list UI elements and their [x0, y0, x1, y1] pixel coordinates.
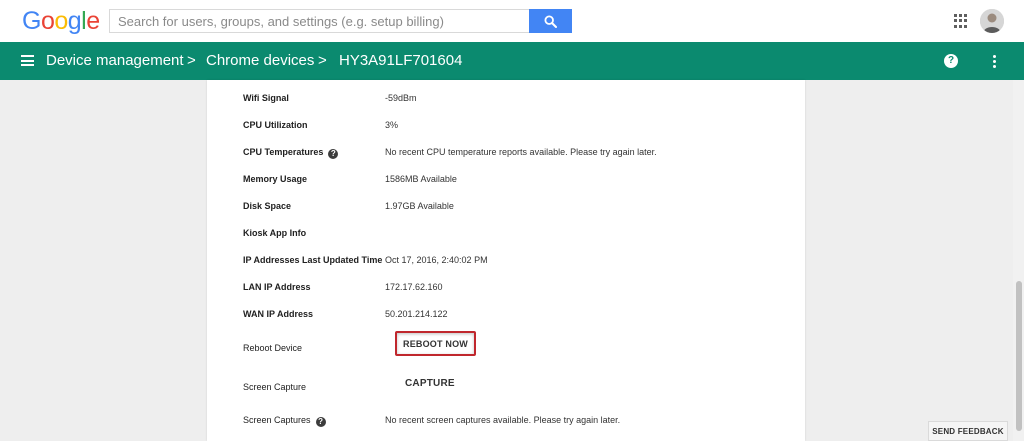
- avatar-image: [980, 9, 1004, 33]
- detail-label: CPU Temperatures?: [243, 145, 339, 159]
- detail-row: Wifi Signal -59dBm: [207, 88, 805, 108]
- detail-label: Wifi Signal: [243, 93, 289, 103]
- screen-capture-row: Screen Capture: [207, 377, 805, 397]
- detail-label: Memory Usage: [243, 174, 308, 184]
- google-logo[interactable]: Google: [22, 6, 100, 36]
- detail-value: 172.17.62.160: [385, 282, 443, 292]
- detail-label-text: CPU Temperatures: [243, 147, 324, 157]
- detail-value: -59dBm: [385, 93, 417, 103]
- screen-capture-label: Screen Capture: [243, 382, 307, 392]
- user-avatar[interactable]: [980, 9, 1004, 33]
- chevron-right-icon: >: [187, 52, 196, 69]
- logo-letter: o: [54, 7, 68, 35]
- detail-label: CPU Utilization: [243, 120, 308, 130]
- logo-letter: G: [22, 7, 41, 35]
- logo-letter: g: [67, 7, 82, 35]
- detail-label: Disk Space: [243, 201, 292, 211]
- detail-label: WAN IP Address: [243, 309, 314, 319]
- detail-row: LAN IP Address 172.17.62.160: [207, 277, 805, 297]
- screen-captures-row: Screen Captures? No recent screen captur…: [207, 410, 805, 430]
- detail-value: Oct 17, 2016, 2:40:02 PM: [385, 255, 488, 265]
- help-icon[interactable]: ?: [944, 54, 958, 68]
- search-bar: [109, 9, 572, 33]
- screen-captures-label-text: Screen Captures: [243, 415, 311, 425]
- help-circle-icon[interactable]: ?: [328, 149, 339, 159]
- screen-captures-label: Screen Captures?: [243, 413, 326, 427]
- detail-value: 1586MB Available: [385, 174, 457, 184]
- search-button[interactable]: [529, 9, 572, 33]
- reboot-label: Reboot Device: [243, 343, 303, 353]
- detail-value: 50.201.214.122: [385, 309, 448, 319]
- search-icon: [544, 14, 557, 28]
- detail-value: No recent CPU temperature reports availa…: [385, 147, 657, 157]
- more-options-icon[interactable]: [993, 55, 996, 68]
- logo-letter: e: [86, 7, 100, 35]
- detail-row: WAN IP Address 50.201.214.122: [207, 304, 805, 324]
- breadcrumb-device-management[interactable]: Device management: [46, 52, 184, 70]
- reboot-now-button[interactable]: REBOOT NOW: [395, 331, 476, 356]
- detail-row: CPU Temperatures? No recent CPU temperat…: [207, 142, 805, 162]
- detail-row: Kiosk App Info: [207, 223, 805, 243]
- detail-row: CPU Utilization 3%: [207, 115, 805, 135]
- scrollbar-thumb[interactable]: [1016, 281, 1022, 431]
- detail-label: IP Addresses Last Updated Time: [243, 255, 383, 265]
- capture-button[interactable]: CAPTURE: [405, 378, 455, 389]
- detail-row: IP Addresses Last Updated Time Oct 17, 2…: [207, 250, 805, 270]
- send-feedback-button[interactable]: SEND FEEDBACK: [928, 421, 1008, 441]
- reboot-row: Reboot Device: [207, 338, 805, 358]
- menu-icon[interactable]: [21, 55, 34, 66]
- top-bar: Google: [0, 0, 1024, 42]
- detail-value: 1.97GB Available: [385, 201, 454, 211]
- breadcrumb-device-id: HY3A91LF701604: [339, 52, 463, 69]
- detail-row: Disk Space 1.97GB Available: [207, 196, 805, 216]
- screen-captures-value: No recent screen captures available. Ple…: [385, 415, 621, 425]
- logo-letter: o: [40, 7, 55, 35]
- detail-label: LAN IP Address: [243, 282, 311, 292]
- chevron-right-icon: >: [318, 52, 327, 69]
- apps-grid-icon[interactable]: [954, 14, 968, 28]
- search-input[interactable]: [109, 9, 529, 33]
- detail-label: Kiosk App Info: [243, 228, 307, 238]
- navigation-bar: Device management > Chrome devices > HY3…: [0, 42, 1024, 80]
- breadcrumb-chrome-devices[interactable]: Chrome devices: [206, 52, 314, 70]
- detail-value: 3%: [385, 120, 399, 130]
- detail-row: Memory Usage 1586MB Available: [207, 169, 805, 189]
- device-details-card: Wifi Signal -59dBm CPU Utilization 3% CP…: [207, 80, 805, 441]
- help-circle-icon[interactable]: ?: [315, 417, 326, 427]
